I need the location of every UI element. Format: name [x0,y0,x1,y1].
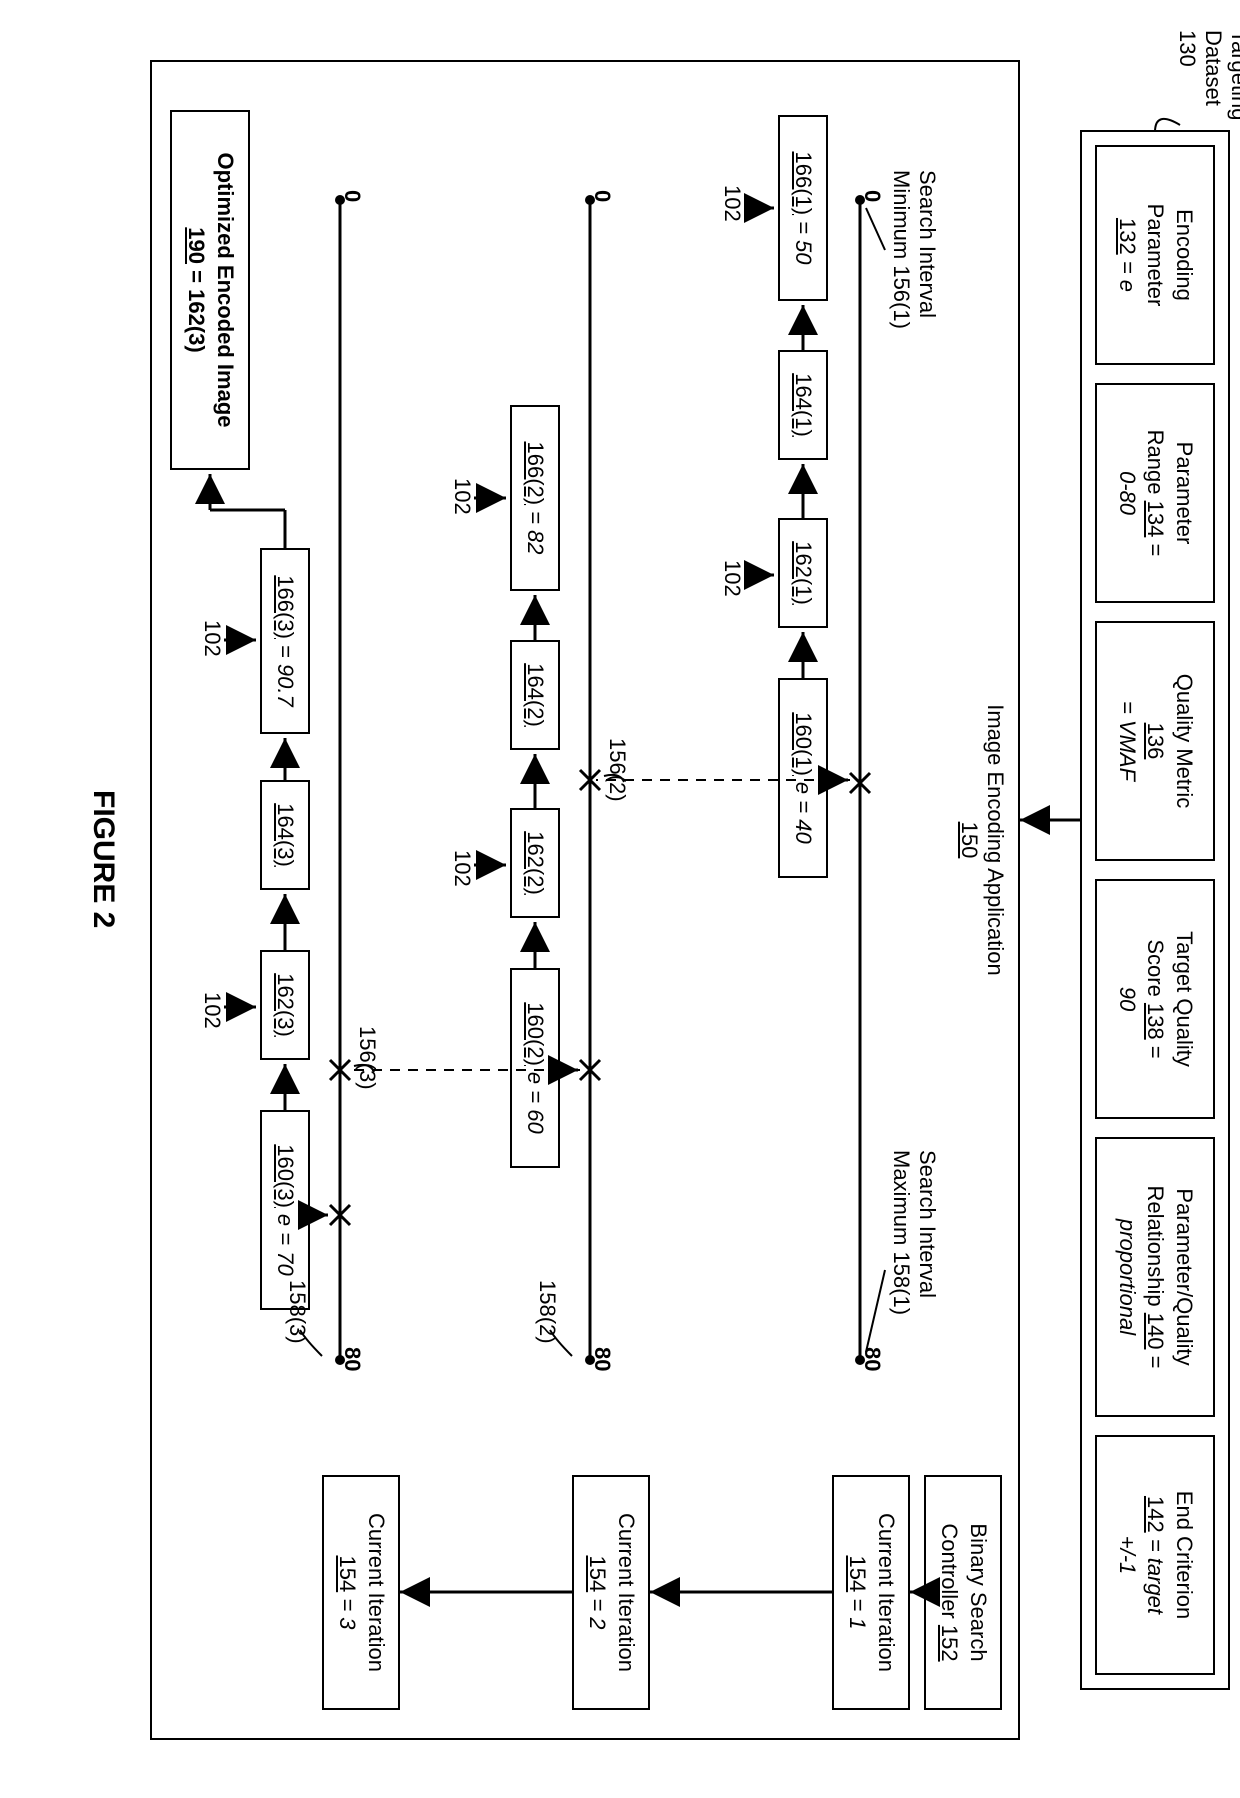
ref-102-r1-b: 102 [719,560,745,597]
iteration-3-box: Current Iteration 154 = 3 [322,1475,400,1710]
row3-min-ref: 156(3) [354,1026,380,1090]
ref-102-r3-b: 102 [199,992,225,1029]
axis-max-3: 80 [339,1347,365,1371]
row1-164-box: 164(1) [778,350,828,460]
row3-166-box: 166(3)= 90.7 [260,548,310,734]
row3-max-ref: 158(3) [284,1280,310,1344]
targeting-dataset-panel: Encoding Parameter 132 = e Parameter Ran… [1080,130,1230,1690]
ref-102-r3-a: 102 [199,620,225,657]
ref-102-r1-a: 102 [719,185,745,222]
axis-max-2: 80 [589,1347,615,1371]
iteration-1-box: Current Iteration 154 = 1 [832,1475,910,1710]
axis-min-1: 0 [859,190,885,202]
row2-min-ref: 156(2) [604,738,630,802]
row2-160-box: 160(2)e = 60 [510,968,560,1168]
search-interval-min-label: Search IntervalMinimum 156(1) [888,170,940,329]
search-interval-max-label: Search IntervalMaximum 158(1) [888,1150,940,1315]
row3-164-box: 164(3) [260,780,310,890]
optimized-encoded-image-box: Optimized Encoded Image 190 = 162(3) [170,110,250,470]
axis-max-1: 80 [859,1347,885,1371]
end-criterion-box: End Criterion 142 = target +/-1 [1095,1435,1215,1675]
row1-166-box: 166(1)= 50 [778,115,828,301]
encoding-parameter-box: Encoding Parameter 132 = e [1095,145,1215,365]
row3-162-box: 162(3) [260,950,310,1060]
axis-min-3: 0 [339,190,365,202]
target-quality-box: Target Quality Score 138 = 90 [1095,879,1215,1119]
quality-metric-box: Quality Metric 136 = VMAF [1095,621,1215,861]
pq-relationship-box: Parameter/Quality Relationship 140 = pro… [1095,1137,1215,1417]
row2-max-ref: 158(2) [534,1280,560,1344]
axis-min-2: 0 [589,190,615,202]
row1-162-box: 162(1) [778,518,828,628]
row2-166-box: 166(2)= 82 [510,405,560,591]
row2-162-box: 162(2) [510,808,560,918]
binary-search-controller-box: Binary Search Controller 152 [924,1475,1002,1710]
parameter-range-box: Parameter Range 134 = 0-80 [1095,383,1215,603]
iteration-2-box: Current Iteration 154 = 2 [572,1475,650,1710]
row1-160-box: 160(1)e = 40 [778,678,828,878]
ref-102-r2-b: 102 [449,850,475,887]
row2-164-box: 164(2) [510,640,560,750]
figure-caption: FIGURE 2 [86,790,120,928]
ref-102-r2-a: 102 [449,478,475,515]
targeting-dataset-label: Targeting Dataset 130 [1174,30,1240,121]
app-title: Image Encoding Application 150 [956,640,1008,1040]
